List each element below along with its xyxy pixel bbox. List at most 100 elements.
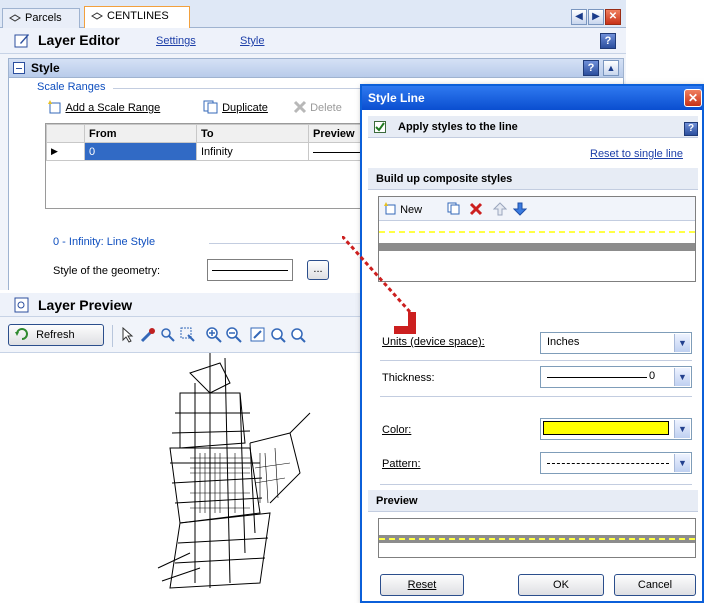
duplicate-button[interactable]: Duplicate xyxy=(203,100,268,114)
tab-centlines[interactable]: CENTLINES xyxy=(84,6,190,28)
refresh-button[interactable]: Refresh xyxy=(8,324,104,346)
thickness-select[interactable]: 0 ▼ xyxy=(540,366,692,388)
pattern-divider xyxy=(380,484,692,485)
zoom-previous-icon[interactable] xyxy=(270,327,286,343)
color-select[interactable]: ▼ xyxy=(540,418,692,440)
style-link[interactable]: Style xyxy=(240,35,264,47)
cancel-button-label: Cancel xyxy=(637,579,673,591)
line-style-group-label: 0 - Infinity: Line Style xyxy=(53,236,156,248)
annotation-arrow-dialog xyxy=(342,236,416,334)
chevron-left-icon[interactable]: ◀ xyxy=(571,9,587,25)
refresh-label: Refresh xyxy=(36,329,75,341)
color-label: Color: xyxy=(382,424,412,436)
street-map-preview xyxy=(157,353,311,589)
dialog-title: Style Line xyxy=(368,91,425,105)
composite-section-header: Build up composite styles xyxy=(368,168,698,190)
thickness-divider xyxy=(380,396,692,397)
chevron-down-icon[interactable]: ▼ xyxy=(674,420,690,438)
pattern-label: Pattern: xyxy=(382,458,421,470)
tab-label: CENTLINES xyxy=(107,10,169,22)
layer-editor-header: Layer Editor Settings Style ? xyxy=(0,28,626,54)
reset-button[interactable]: Reset xyxy=(380,574,464,596)
composite-layer-dashed-yellow[interactable] xyxy=(379,231,695,233)
preview-section-header: Preview xyxy=(368,490,698,512)
cancel-button[interactable]: Cancel xyxy=(614,574,696,596)
ok-button-label: OK xyxy=(553,579,569,591)
move-up-icon[interactable] xyxy=(493,202,507,216)
preview-icon xyxy=(14,297,29,313)
style-section-header[interactable]: Style ? ▲ xyxy=(8,58,624,78)
tab-parcels[interactable]: Parcels xyxy=(2,8,80,28)
layer-editor-title: Layer Editor xyxy=(38,32,120,48)
edit-icon xyxy=(14,34,29,48)
ok-button[interactable]: OK xyxy=(518,574,604,596)
pan-icon[interactable] xyxy=(140,327,156,343)
geometry-style-preview[interactable] xyxy=(207,259,293,281)
zoom-extents-icon[interactable] xyxy=(250,327,266,343)
reset-button-label: Reset xyxy=(407,579,437,591)
new-icon xyxy=(384,202,396,215)
new-style-button[interactable]: New xyxy=(383,202,422,216)
chevron-down-icon[interactable]: ▼ xyxy=(674,334,690,352)
close-icon[interactable]: ✕ xyxy=(605,9,621,25)
pattern-dashed-sample xyxy=(547,463,669,464)
move-down-icon[interactable] xyxy=(513,202,527,216)
zoom-next-icon[interactable] xyxy=(290,327,306,343)
copy-icon[interactable] xyxy=(447,202,461,216)
zoom-out-icon[interactable] xyxy=(226,327,242,343)
add-scale-range-button[interactable]: Add a Scale Range xyxy=(47,100,160,114)
style-line-dialog: Style Line ✕ Apply styles to the line ? … xyxy=(342,84,704,603)
delete-icon[interactable] xyxy=(469,202,483,216)
reset-single-line-link[interactable]: Reset to single line xyxy=(590,148,683,160)
row-header-cell xyxy=(46,124,85,143)
apply-style-section: Apply styles to the line xyxy=(368,116,698,138)
thickness-value: 0 xyxy=(649,370,656,382)
refresh-icon xyxy=(15,328,28,340)
chevron-down-icon[interactable]: ▼ xyxy=(674,368,690,386)
zoom-in-icon[interactable] xyxy=(206,327,222,343)
help-icon[interactable]: ? xyxy=(600,33,616,49)
cell-from[interactable]: 0 xyxy=(84,142,197,161)
column-header-from[interactable]: From xyxy=(84,124,197,143)
checkmark-icon xyxy=(375,122,385,132)
chevron-down-icon[interactable]: ▼ xyxy=(674,454,690,472)
apply-styles-checkbox[interactable] xyxy=(374,121,386,133)
settings-link[interactable]: Settings xyxy=(156,35,196,47)
style-section-title: Style xyxy=(31,61,60,75)
delete-button[interactable]: Delete xyxy=(293,100,342,114)
chevron-right-icon[interactable]: ▶ xyxy=(588,9,604,25)
collapse-icon[interactable] xyxy=(13,62,25,74)
line-preview-box xyxy=(378,518,696,558)
document-tab-bar: Parcels CENTLINES ◀ ▶ ✕ xyxy=(0,0,626,28)
tab-label: Parcels xyxy=(25,12,62,24)
units-select[interactable]: Inches ▼ xyxy=(540,332,692,354)
scale-range-table: From To Preview ▶ 0 Infinity xyxy=(45,123,371,209)
collapse-up-icon[interactable]: ▲ xyxy=(603,60,619,76)
table-row[interactable]: ▶ 0 Infinity xyxy=(46,142,370,161)
delete-label: Delete xyxy=(310,102,342,114)
thickness-line-sample xyxy=(547,377,647,378)
apply-styles-label: Apply styles to the line xyxy=(398,121,518,133)
row-selector-icon[interactable]: ▶ xyxy=(46,142,85,161)
pointer-icon[interactable] xyxy=(120,327,136,343)
color-swatch xyxy=(543,421,669,435)
dialog-title-bar: Style Line ✕ xyxy=(362,86,702,110)
duplicate-icon xyxy=(203,100,218,114)
zoom-rect-icon[interactable] xyxy=(160,327,176,343)
help-icon[interactable]: ? xyxy=(684,122,698,136)
duplicate-label: Duplicate xyxy=(222,102,268,114)
add-scale-range-label: Add a Scale Range xyxy=(65,102,161,114)
zoom-window-icon[interactable] xyxy=(180,327,196,343)
line-preview-yellow-dash xyxy=(379,538,695,540)
help-icon[interactable]: ? xyxy=(583,60,599,76)
column-header-to[interactable]: To xyxy=(196,124,309,143)
units-value: Inches xyxy=(547,336,580,348)
cell-to[interactable]: Infinity xyxy=(196,142,309,161)
pattern-select[interactable]: ▼ xyxy=(540,452,692,474)
ellipsis-button[interactable]: ... xyxy=(307,260,329,280)
add-icon xyxy=(48,100,61,114)
toolbar-separator xyxy=(112,325,113,347)
scale-ranges-divider xyxy=(113,88,371,89)
thickness-label: Thickness: xyxy=(382,372,435,384)
close-icon[interactable]: ✕ xyxy=(684,89,702,107)
